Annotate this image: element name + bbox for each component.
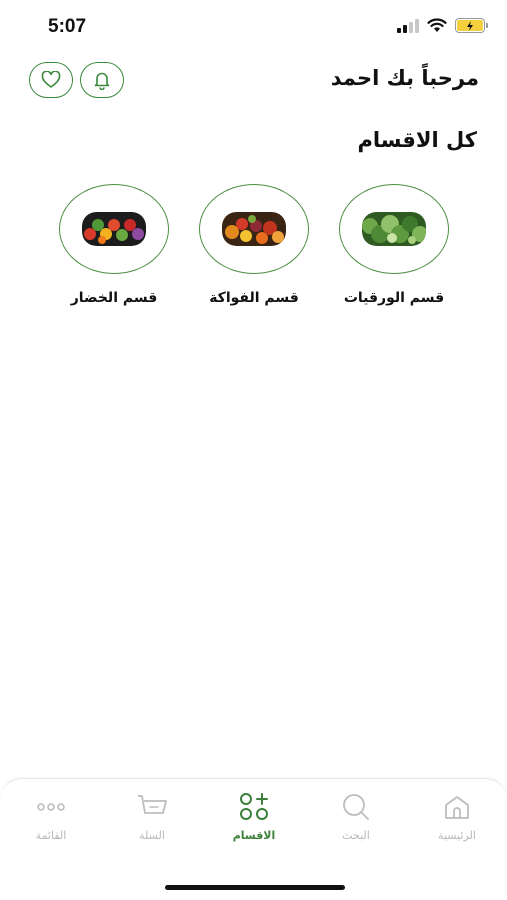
category-label: قسم الورقيات	[343, 290, 445, 306]
tab-label: الاقسام	[232, 829, 276, 842]
grid-plus-icon	[240, 793, 268, 820]
greeting-title: مرحباً بك احمد	[330, 66, 479, 90]
category-image-frame	[59, 184, 169, 274]
tab-label: السلة	[139, 829, 165, 842]
status-bar: 5:07	[0, 0, 507, 56]
category-leafy-greens[interactable]: قسم الورقيات	[324, 184, 464, 306]
category-image-frame	[199, 184, 309, 274]
header: مرحباً بك احمد	[0, 62, 507, 102]
home-icon	[445, 796, 469, 819]
tab-label: الرئيسية	[438, 829, 476, 842]
tab-label: القائمة	[35, 829, 67, 842]
signal-icon	[397, 18, 419, 33]
categories-list: قسم الورقيات قسم الفواكة قسم الخضار	[0, 184, 507, 324]
heart-icon	[41, 71, 61, 88]
fruits-image	[222, 212, 286, 246]
status-time: 5:07	[48, 16, 87, 37]
search-icon	[343, 794, 369, 820]
leafy-greens-image	[362, 212, 426, 246]
more-icon	[37, 803, 65, 811]
cart-icon	[138, 795, 167, 814]
tab-label: البحث	[342, 829, 370, 842]
bottom-tab-bar: الرئيسية البحث الاقسام السلة القائمة	[0, 778, 507, 900]
category-vegetables[interactable]: قسم الخضار	[44, 184, 184, 306]
tab-home[interactable]: الرئيسية	[417, 793, 497, 842]
bell-icon	[94, 72, 110, 90]
section-title: كل الاقسام	[357, 128, 478, 152]
category-fruits[interactable]: قسم الفواكة	[184, 184, 324, 306]
wifi-icon	[427, 18, 447, 32]
status-icons	[397, 18, 488, 33]
tab-cart[interactable]: السلة	[112, 793, 192, 842]
tab-menu[interactable]: القائمة	[11, 793, 91, 842]
category-label: قسم الفواكة	[209, 290, 299, 306]
notifications-button[interactable]	[80, 62, 124, 98]
tab-categories[interactable]: الاقسام	[214, 793, 294, 842]
home-indicator	[165, 885, 345, 890]
category-label: قسم الخضار	[70, 290, 158, 306]
battery-icon	[455, 18, 488, 33]
favorites-button[interactable]	[29, 62, 73, 98]
vegetables-image	[82, 212, 146, 246]
category-image-frame	[339, 184, 449, 274]
tab-search[interactable]: البحث	[316, 793, 396, 842]
